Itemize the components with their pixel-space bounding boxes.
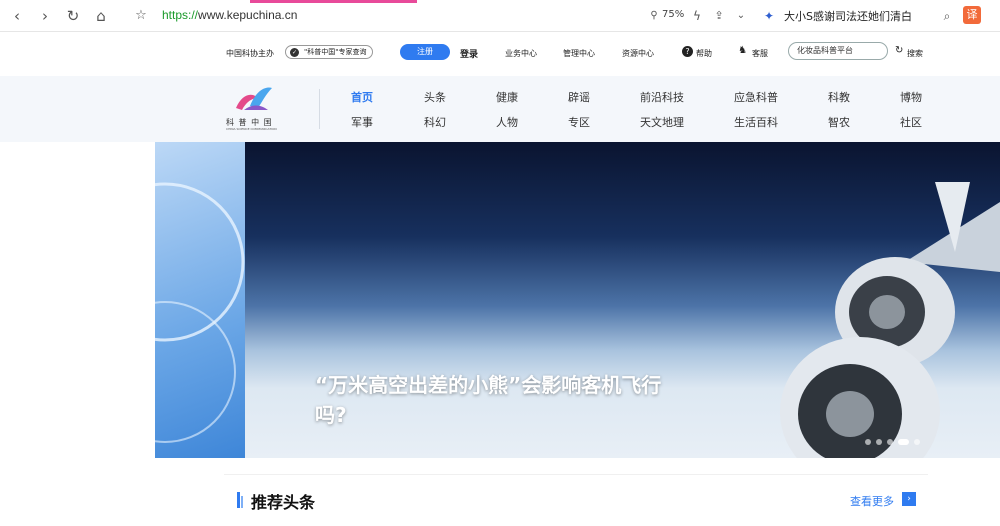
management-center-link[interactable]: 管理中心: [563, 48, 595, 59]
nav-divider: [319, 89, 320, 129]
chevron-right-icon[interactable]: ›: [902, 492, 916, 506]
carousel-dot[interactable]: [887, 439, 893, 445]
main-nav: 科 普 中 国 CHINA SCIENCE COMMUNICATION 首页 头…: [0, 76, 1000, 142]
service-link[interactable]: 客服: [752, 48, 768, 59]
hero-carousel[interactable]: “万米高空出差的小熊”会影响客机飞行吗?: [155, 142, 1000, 458]
translate-button[interactable]: 译: [963, 6, 981, 24]
nav-item-museum[interactable]: 博物: [900, 89, 922, 105]
check-icon: ✓: [290, 48, 299, 57]
service-icon: ♞: [738, 45, 747, 56]
share-icon[interactable]: ⇪: [710, 7, 728, 25]
section-marker: [237, 492, 240, 508]
nav-item-emergency[interactable]: 应急科普: [734, 89, 778, 105]
expert-query-label: "科普中国"专家查询: [304, 48, 367, 56]
nav-item-military[interactable]: 军事: [351, 114, 373, 130]
back-icon[interactable]: ‹: [8, 7, 26, 25]
carousel-dot[interactable]: [865, 439, 871, 445]
view-more-link[interactable]: 查看更多: [850, 493, 894, 509]
browser-toolbar: ‹ › ↻ ⌂ ☆ https://www.kepuchina.cn ⚲ 75%…: [0, 0, 1000, 32]
logo-icon[interactable]: [234, 84, 274, 114]
tab-indicator: [250, 0, 417, 3]
login-link[interactable]: 登录: [460, 47, 478, 60]
hot-search-text[interactable]: 大小S感谢司法还她们清白: [784, 8, 912, 24]
logo-subtext: CHINA SCIENCE COMMUNICATION: [226, 127, 277, 131]
url-host: www.kepuchina.cn: [198, 8, 298, 22]
nav-item-rumor[interactable]: 辟谣: [568, 89, 590, 105]
hero-title[interactable]: “万米高空出差的小熊”会影响客机飞行吗?: [315, 370, 685, 430]
register-button[interactable]: 注册: [400, 44, 450, 60]
jet-engine-image: [780, 182, 1000, 458]
section-marker-accent: [241, 496, 243, 508]
url-scheme: https://: [162, 8, 199, 22]
nav-item-zone[interactable]: 专区: [568, 114, 590, 130]
nav-item-people[interactable]: 人物: [496, 114, 518, 130]
search-icon[interactable]: ⌕: [938, 7, 956, 25]
help-link[interactable]: 帮助: [696, 48, 712, 59]
nav-item-education[interactable]: 科教: [828, 89, 850, 105]
expert-query-button[interactable]: ✓ "科普中国"专家查询: [285, 45, 374, 59]
chevron-down-icon[interactable]: ⌄: [732, 7, 750, 25]
nav-item-community[interactable]: 社区: [900, 114, 922, 130]
carousel-dot[interactable]: [876, 439, 882, 445]
nav-item-agriculture[interactable]: 智农: [828, 114, 850, 130]
recommend-title: 推荐头条: [251, 493, 316, 512]
help-icon: ?: [682, 46, 693, 57]
carousel-dot-active[interactable]: [898, 439, 909, 445]
paw-icon: ✦: [763, 9, 775, 23]
forward-icon[interactable]: ›: [36, 7, 54, 25]
nav-item-frontier[interactable]: 前沿科技: [640, 89, 684, 105]
zoom-level[interactable]: 75%: [662, 9, 684, 20]
carousel-dots: [865, 430, 925, 449]
zoom-icon: ⚲: [650, 10, 658, 21]
nav-item-life[interactable]: 生活百科: [734, 114, 778, 130]
address-bar[interactable]: https://www.kepuchina.cn: [162, 8, 297, 22]
nav-item-health[interactable]: 健康: [496, 89, 518, 105]
reload-icon[interactable]: ↻: [64, 7, 82, 25]
hero-side-image[interactable]: [155, 142, 245, 458]
home-icon[interactable]: ⌂: [92, 7, 110, 25]
page-root: ‹ › ↻ ⌂ ☆ https://www.kepuchina.cn ⚲ 75%…: [0, 0, 1000, 526]
search-button[interactable]: 搜索: [907, 48, 923, 59]
resource-center-link[interactable]: 资源中心: [622, 48, 654, 59]
sponsor-text: 中国科协主办: [226, 49, 274, 58]
nav-item-headlines[interactable]: 头条: [424, 89, 446, 105]
recommend-section: [224, 474, 928, 524]
nav-item-astronomy[interactable]: 天文地理: [640, 114, 684, 130]
site-search-input[interactable]: 化妆品科普平台: [788, 42, 888, 60]
lightning-icon[interactable]: ϟ: [688, 7, 706, 25]
search-icon[interactable]: ↻: [895, 45, 903, 56]
nav-item-scifi[interactable]: 科幻: [424, 114, 446, 130]
star-icon[interactable]: ☆: [132, 7, 150, 25]
business-center-link[interactable]: 业务中心: [505, 48, 537, 59]
carousel-dot[interactable]: [914, 439, 920, 445]
nav-item-home[interactable]: 首页: [351, 89, 373, 105]
lens-shape: [155, 182, 245, 443]
